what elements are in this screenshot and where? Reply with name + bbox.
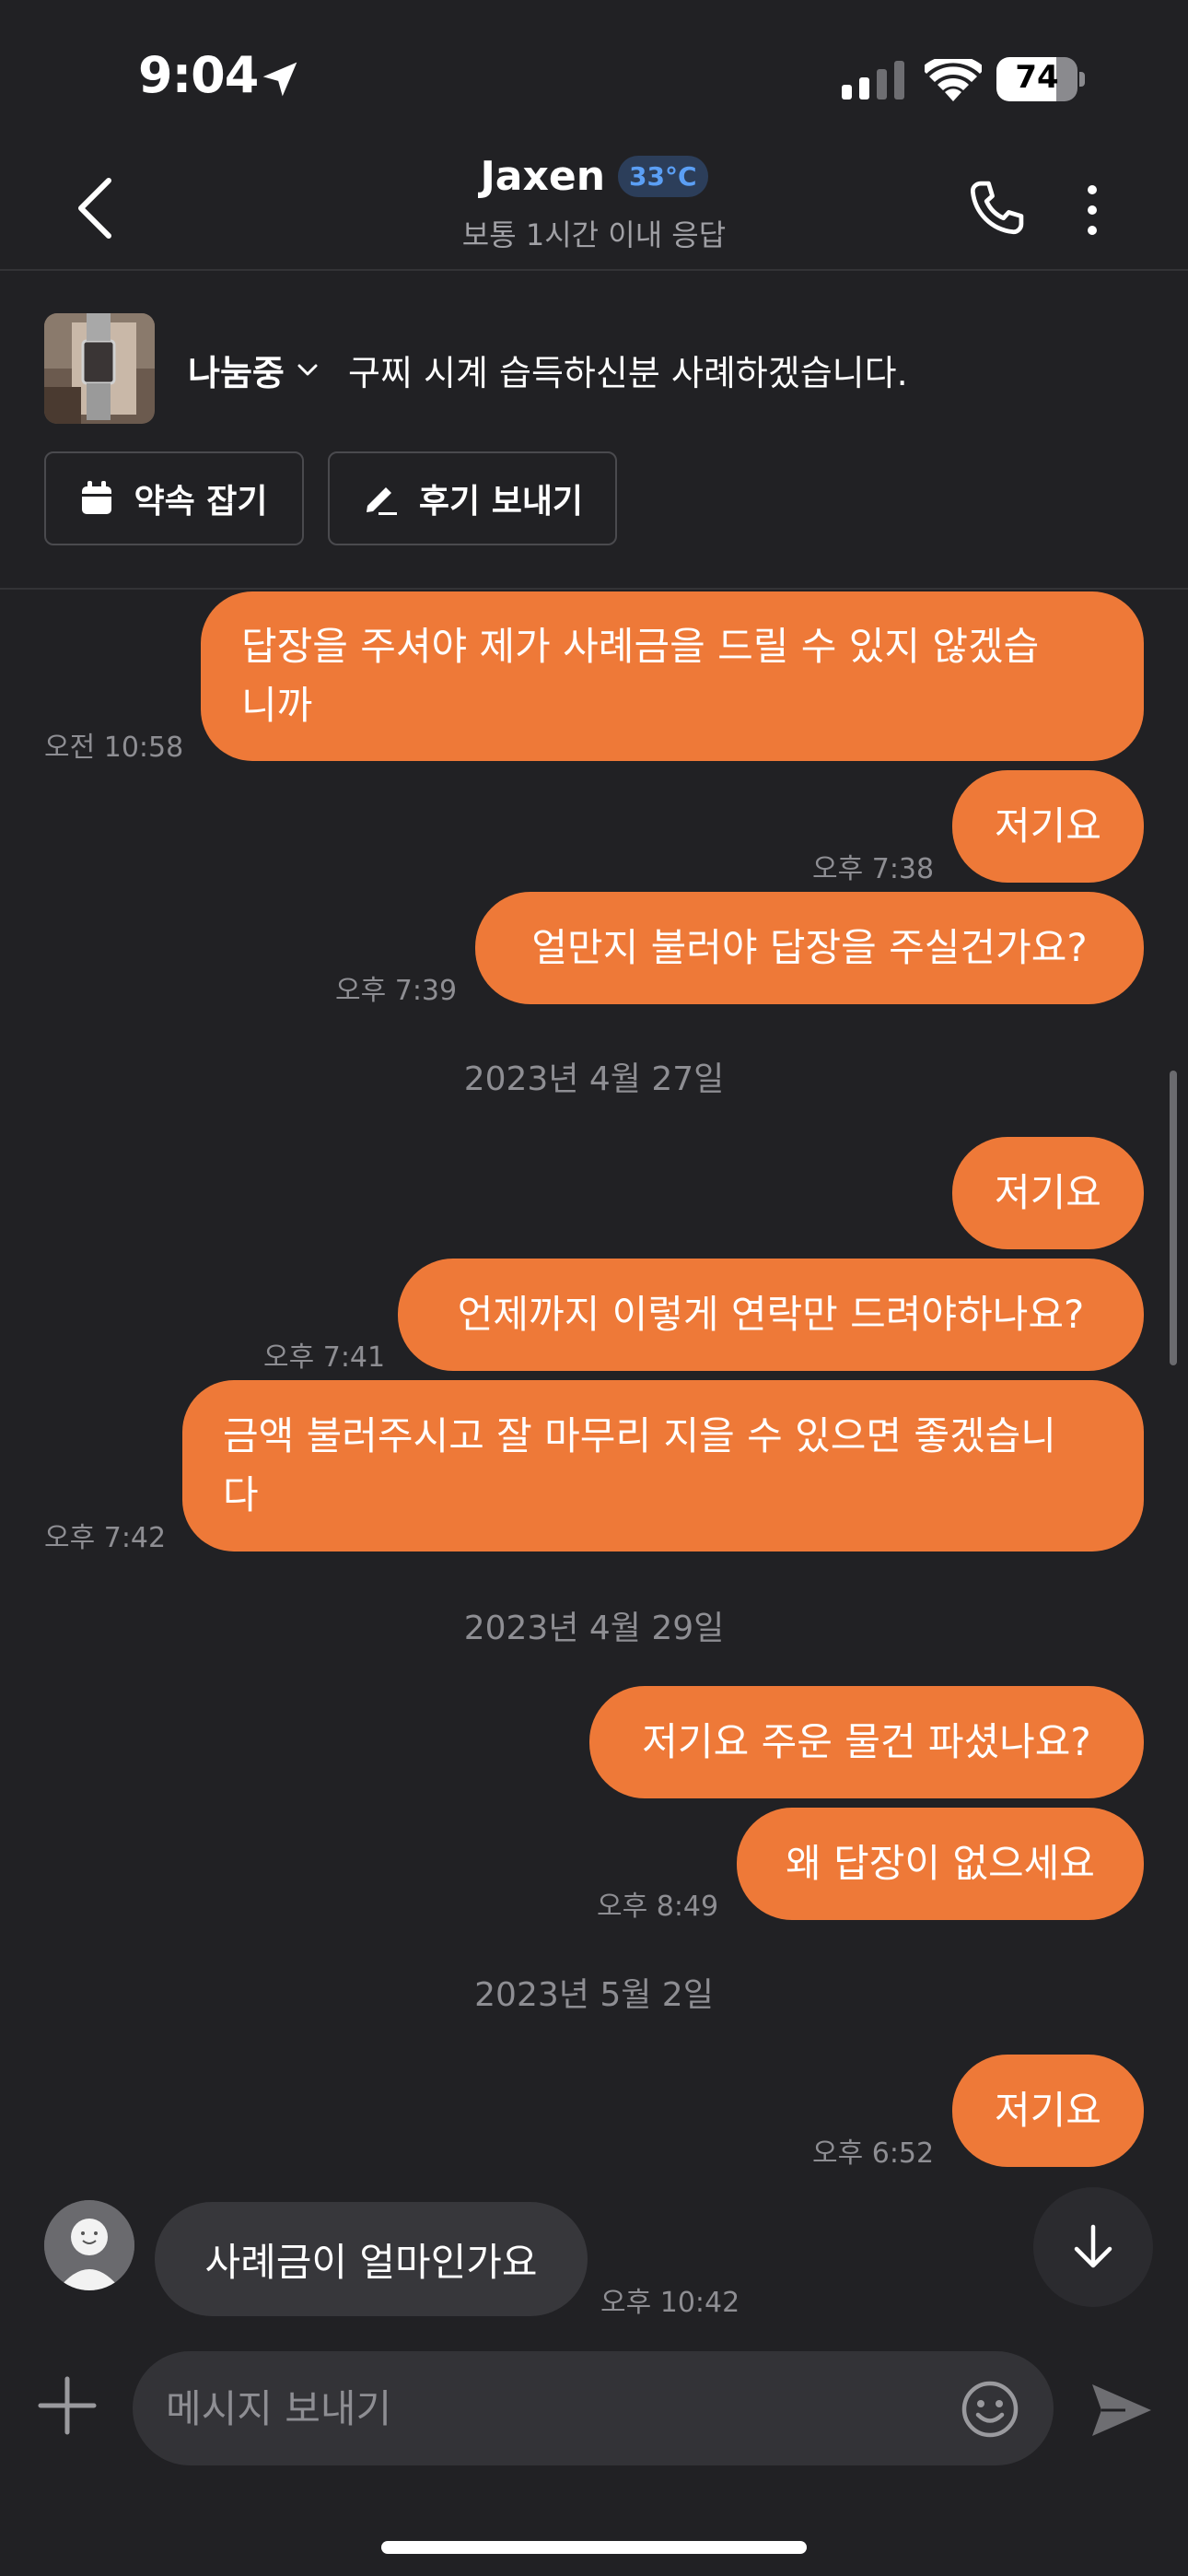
pencil-icon [366, 487, 397, 515]
message-time: 오후 7:39 [335, 975, 458, 1007]
date-separator: 2023년 4월 27일 [463, 1060, 725, 1098]
product-divider [0, 588, 1188, 590]
plus-icon[interactable] [37, 2375, 98, 2436]
trade-status-label: 나눔중 [188, 353, 285, 393]
message-time: 오후 6:52 [812, 2137, 935, 2170]
message-time: 오후 8:49 [597, 1891, 719, 1923]
emoji-icon[interactable] [960, 2379, 1020, 2440]
message-bubble-sent[interactable]: 답장을 주셔야 제가 사례금을 드릴 수 있지 않겠습 니까 [201, 591, 1144, 761]
message-time: 오후 7:41 [263, 1341, 386, 1374]
date-separator: 2023년 5월 2일 [474, 1976, 714, 2014]
message-bubble-sent[interactable]: 저기요 주운 물건 파셨나요? [589, 1686, 1144, 1798]
chevron-down-icon [297, 364, 318, 375]
message-bubble-sent[interactable]: 저기요 [952, 1137, 1144, 1249]
date-separator: 2023년 4월 29일 [463, 1610, 725, 1647]
arrow-down-icon [1074, 2224, 1112, 2268]
partner-name: Jaxen [480, 153, 606, 200]
battery-percent: 74 [1015, 59, 1059, 96]
manner-temperature-badge: 33°C [618, 156, 708, 197]
home-indicator [381, 2541, 807, 2554]
message-time: 오후 10:42 [600, 2287, 740, 2319]
signal-icon [842, 61, 904, 100]
message-line: 금액 불러주시고 잘 마무리 지을 수 있으면 좋겠습니 [223, 1413, 1056, 1458]
send-icon[interactable] [1089, 2377, 1155, 2443]
header-divider [0, 269, 1188, 271]
message-bubble-sent[interactable]: 왜 답장이 없으세요 [737, 1808, 1144, 1920]
message-bubble-sent[interactable]: 얼만지 불러야 답장을 주실건가요? [475, 892, 1144, 1004]
message-bubble-sent[interactable]: 금액 불러주시고 잘 마무리 지을 수 있으면 좋겠습니 다 [182, 1380, 1144, 1551]
message-bubble-sent[interactable]: 저기요 [952, 2055, 1144, 2167]
scroll-to-bottom-button[interactable] [1033, 2187, 1153, 2307]
send-review-label: 후기 보내기 [418, 483, 584, 521]
wifi-icon [925, 59, 982, 101]
send-review-button[interactable]: 후기 보내기 [328, 451, 617, 545]
avatar[interactable] [44, 2200, 134, 2290]
message-line: 니까 [241, 683, 313, 728]
phone-icon[interactable] [961, 173, 1031, 243]
product-title[interactable]: 구찌 시계 습득하신분 사례하겠습니다. [348, 345, 908, 395]
calendar-icon [82, 481, 112, 514]
message-input-field[interactable] [133, 2351, 1054, 2465]
message-input[interactable] [166, 2351, 976, 2465]
make-appointment-button[interactable]: 약속 잡기 [44, 451, 304, 545]
scrollbar[interactable] [1170, 1071, 1177, 1365]
message-time: 오후 7:38 [812, 853, 935, 885]
message-time: 오후 7:42 [44, 1522, 167, 1554]
message-line: 다 [223, 1472, 259, 1517]
product-thumbnail[interactable] [44, 313, 155, 424]
message-line: 답장을 주셔야 제가 사례금을 드릴 수 있지 않겠습 [241, 624, 1040, 669]
battery-indicator: 74 [996, 57, 1085, 101]
trade-status-dropdown[interactable]: 나눔중 [188, 345, 321, 395]
make-appointment-label: 약속 잡기 [134, 483, 268, 521]
status-time: 9:04 [138, 46, 259, 104]
message-bubble-received[interactable]: 사례금이 얼마인가요 [155, 2202, 588, 2316]
message-bubble-sent[interactable]: 저기요 [952, 770, 1144, 883]
more-vertical-icon[interactable] [1072, 181, 1112, 240]
message-bubble-sent[interactable]: 언제까지 이렇게 연락만 드려야하나요? [398, 1259, 1144, 1371]
message-time: 오전 10:58 [44, 732, 184, 764]
location-arrow-icon [262, 62, 297, 97]
